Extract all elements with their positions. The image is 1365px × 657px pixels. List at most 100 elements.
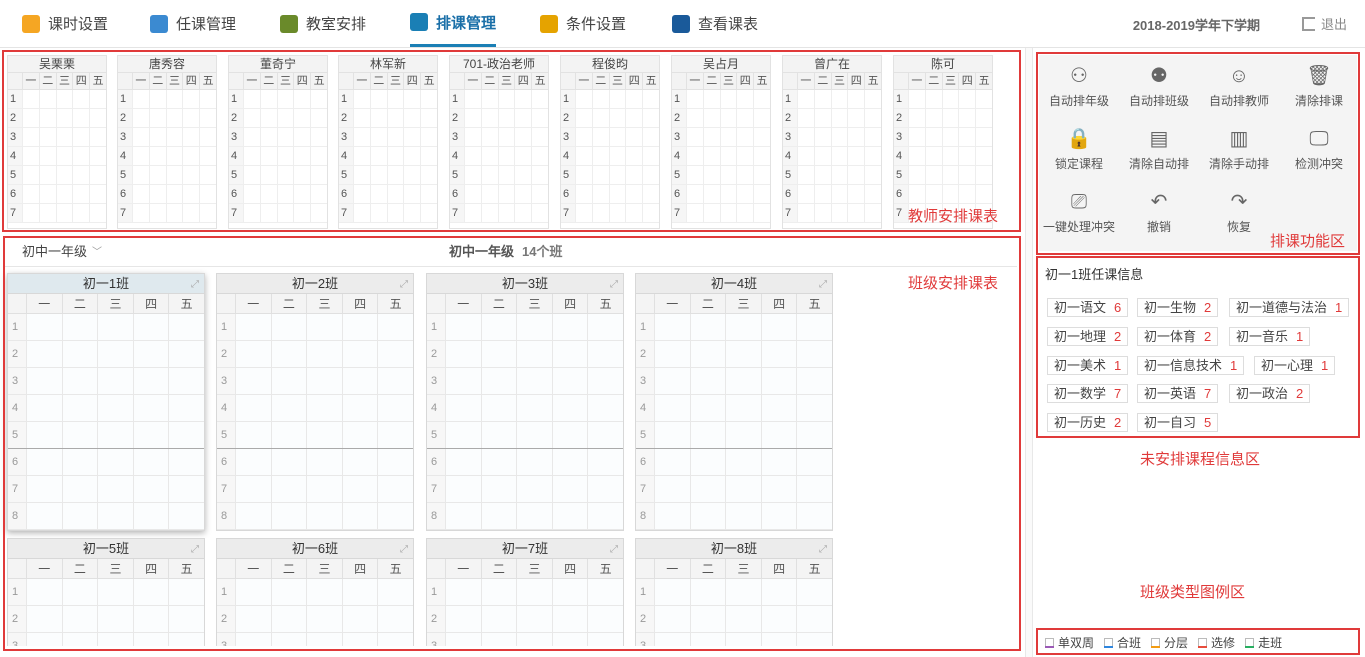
schedule-cell[interactable]	[587, 503, 623, 529]
schedule-cell[interactable]	[516, 422, 552, 448]
schedule-cell[interactable]	[497, 166, 515, 184]
expand-icon[interactable]: ⤢	[191, 275, 199, 295]
schedule-cell[interactable]	[941, 90, 959, 108]
function-button-7[interactable]: 🖵 检测冲突	[1279, 118, 1359, 180]
schedule-cell[interactable]	[235, 606, 271, 632]
nav-tab-0[interactable]: 课时设置	[22, 0, 108, 47]
function-button-1[interactable]: ⚉ 自动排班级	[1119, 55, 1199, 117]
schedule-cell[interactable]	[386, 166, 404, 184]
schedule-cell[interactable]	[760, 449, 797, 475]
course-tag[interactable]: 初一自习 5	[1137, 413, 1219, 432]
schedule-cell[interactable]	[642, 90, 659, 108]
schedule-cell[interactable]	[276, 90, 294, 108]
class-card-2[interactable]: 初一3班 ⤢ 一二三四五 1 2 3 4 5 6 7 8	[426, 273, 624, 531]
schedule-cell[interactable]	[736, 204, 753, 222]
schedule-cell[interactable]	[168, 368, 204, 394]
schedule-cell[interactable]	[22, 166, 39, 184]
schedule-cell[interactable]	[61, 449, 98, 475]
schedule-cell[interactable]	[132, 128, 149, 146]
schedule-cell[interactable]	[386, 128, 404, 146]
schedule-cell[interactable]	[480, 579, 517, 605]
schedule-cell[interactable]	[480, 503, 517, 529]
schedule-cell[interactable]	[796, 606, 832, 632]
schedule-cell[interactable]	[551, 579, 588, 605]
schedule-cell[interactable]	[403, 147, 420, 165]
function-button-6[interactable]: ▥ 清除手动排	[1199, 118, 1279, 180]
schedule-cell[interactable]	[403, 185, 420, 203]
schedule-cell[interactable]	[753, 204, 770, 222]
schedule-cell[interactable]	[168, 606, 204, 632]
schedule-cell[interactable]	[259, 109, 277, 127]
schedule-cell[interactable]	[199, 90, 216, 108]
schedule-cell[interactable]	[259, 185, 277, 203]
schedule-cell[interactable]	[958, 166, 975, 184]
schedule-cell[interactable]	[445, 395, 481, 421]
schedule-cell[interactable]	[625, 128, 642, 146]
schedule-cell[interactable]	[516, 476, 552, 502]
schedule-cell[interactable]	[514, 109, 531, 127]
schedule-cell[interactable]	[403, 128, 420, 146]
schedule-cell[interactable]	[941, 185, 959, 203]
schedule-cell[interactable]	[654, 503, 690, 529]
schedule-cell[interactable]	[341, 606, 378, 632]
schedule-cell[interactable]	[165, 204, 183, 222]
schedule-cell[interactable]	[480, 422, 517, 448]
schedule-cell[interactable]	[725, 395, 761, 421]
schedule-cell[interactable]	[403, 166, 420, 184]
schedule-cell[interactable]	[908, 90, 925, 108]
schedule-cell[interactable]	[310, 90, 327, 108]
schedule-cell[interactable]	[702, 185, 720, 203]
schedule-cell[interactable]	[908, 147, 925, 165]
schedule-cell[interactable]	[464, 128, 481, 146]
schedule-cell[interactable]	[293, 128, 310, 146]
schedule-cell[interactable]	[22, 204, 39, 222]
schedule-cell[interactable]	[293, 109, 310, 127]
schedule-cell[interactable]	[591, 147, 609, 165]
schedule-cell[interactable]	[689, 579, 726, 605]
logout-button[interactable]: 退出	[1301, 14, 1347, 33]
schedule-cell[interactable]	[132, 90, 149, 108]
schedule-cell[interactable]	[686, 147, 703, 165]
schedule-cell[interactable]	[26, 476, 62, 502]
schedule-cell[interactable]	[148, 166, 166, 184]
schedule-cell[interactable]	[480, 314, 517, 340]
schedule-cell[interactable]	[420, 90, 437, 108]
schedule-cell[interactable]	[89, 109, 106, 127]
schedule-cell[interactable]	[813, 109, 831, 127]
schedule-cell[interactable]	[753, 185, 770, 203]
schedule-cell[interactable]	[736, 166, 753, 184]
schedule-cell[interactable]	[686, 128, 703, 146]
schedule-cell[interactable]	[148, 128, 166, 146]
schedule-cell[interactable]	[575, 147, 592, 165]
schedule-cell[interactable]	[26, 368, 62, 394]
class-card-6[interactable]: 初一7班 ⤢ 一二三四五 1 2 3	[426, 538, 624, 646]
schedule-cell[interactable]	[830, 147, 848, 165]
schedule-cell[interactable]	[72, 185, 89, 203]
schedule-cell[interactable]	[22, 128, 39, 146]
schedule-cell[interactable]	[97, 422, 133, 448]
schedule-cell[interactable]	[736, 147, 753, 165]
schedule-cell[interactable]	[813, 204, 831, 222]
schedule-cell[interactable]	[26, 579, 62, 605]
schedule-cell[interactable]	[725, 633, 761, 646]
schedule-cell[interactable]	[813, 128, 831, 146]
schedule-cell[interactable]	[445, 633, 481, 646]
schedule-cell[interactable]	[864, 204, 881, 222]
class-card-7[interactable]: 初一8班 ⤢ 一二三四五 1 2 3	[635, 538, 833, 646]
schedule-cell[interactable]	[445, 503, 481, 529]
function-button-3[interactable]: 🗑 清除排课	[1279, 55, 1359, 117]
schedule-cell[interactable]	[702, 128, 720, 146]
schedule-cell[interactable]	[38, 109, 56, 127]
schedule-cell[interactable]	[864, 90, 881, 108]
schedule-cell[interactable]	[377, 368, 413, 394]
schedule-cell[interactable]	[725, 314, 761, 340]
schedule-cell[interactable]	[480, 128, 498, 146]
schedule-cell[interactable]	[377, 422, 413, 448]
schedule-cell[interactable]	[531, 90, 548, 108]
schedule-cell[interactable]	[591, 109, 609, 127]
schedule-cell[interactable]	[386, 204, 404, 222]
schedule-cell[interactable]	[725, 422, 761, 448]
schedule-cell[interactable]	[797, 147, 814, 165]
schedule-cell[interactable]	[270, 503, 307, 529]
schedule-cell[interactable]	[587, 395, 623, 421]
